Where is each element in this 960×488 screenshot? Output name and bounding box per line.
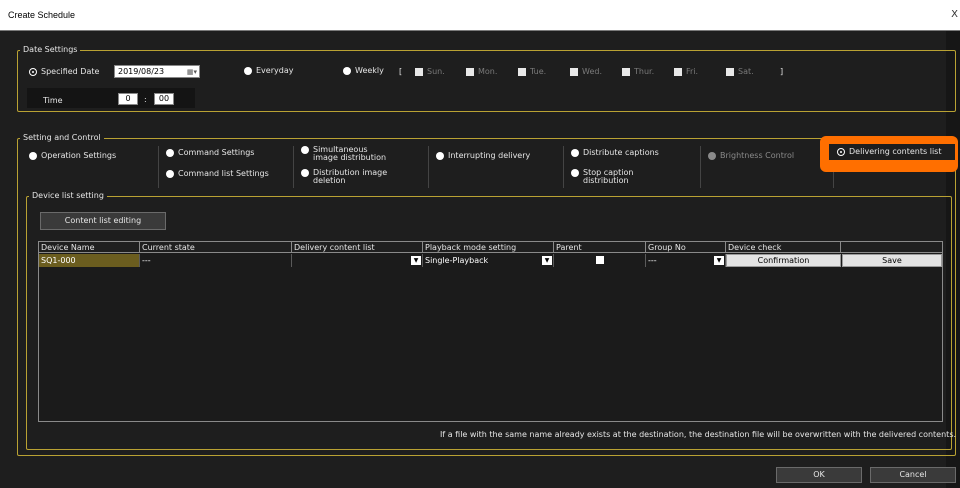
ok-button[interactable]: OK [776,467,862,483]
weekly-bracket-close: ] [780,67,784,76]
table-header: Device Name Current state Delivery conte… [39,242,942,253]
cell-current-state: --- [140,254,292,267]
column-header-group-no: Group No [646,242,726,253]
time-separator: : [144,95,147,104]
overwrite-note: If a file with the same name already exi… [440,430,957,439]
specified-date-label: Specified Date [41,67,100,76]
day-checkbox-sun[interactable]: Sun. [415,67,445,76]
day-checkbox-sat[interactable]: Sat. [726,67,754,76]
radio-icon [571,169,579,177]
radio-brightness-control: Brightness Control [708,152,794,160]
checkbox-icon [570,67,578,76]
cell-parent[interactable] [554,254,646,267]
radio-specified-date[interactable]: Specified Date [29,68,99,76]
radio-icon [343,67,351,75]
date-value: 2019/08/23 [118,67,165,76]
radio-distribution-deletion[interactable]: Distribution image deletion [301,169,387,185]
day-checkbox-wed[interactable]: Wed. [570,67,602,76]
divider [428,146,429,188]
content-list-editing-button[interactable]: Content list editing [40,212,166,230]
divider [158,146,159,188]
radio-weekly[interactable]: Weekly [343,67,384,75]
confirmation-button[interactable]: Confirmation [726,254,841,267]
checkbox-icon [622,67,630,76]
radio-icon [301,169,309,177]
device-list-legend: Device list setting [29,191,107,200]
cell-group-no[interactable]: --- ▼ [646,254,726,267]
radio-selected-icon [837,148,845,156]
radio-delivering-contents-list[interactable]: Delivering contents list [837,148,941,156]
checkbox-icon [518,67,526,76]
day-checkbox-fri[interactable]: Fri. [674,67,698,76]
radio-icon [708,152,716,160]
checkbox-icon [726,67,734,76]
radio-selected-icon [29,68,37,76]
radio-icon [436,152,444,160]
radio-stop-caption[interactable]: Stop caption distribution [571,169,633,185]
column-header-parent: Parent [554,242,646,253]
radio-icon [29,152,37,160]
column-header-device-check: Device check [726,242,841,253]
column-header-current-state: Current state [140,242,292,253]
setting-control-legend: Setting and Control [20,133,104,142]
cell-delivery-content-list[interactable]: ▼ [292,254,423,267]
divider [700,146,701,188]
time-hour-input[interactable]: 0 [118,93,138,105]
cell-playback-mode[interactable]: Single-Playback ▼ [423,254,554,267]
column-header-playback-mode: Playback mode setting [423,242,554,253]
radio-icon [301,146,309,154]
date-input[interactable]: 2019/08/23 ▦▾ [114,65,200,78]
checkbox-icon [674,67,682,76]
divider [293,146,294,188]
divider [563,146,564,188]
close-icon[interactable]: X [951,9,958,20]
cell-device-name[interactable]: SQ1-000 [39,254,140,267]
dropdown-arrow-icon[interactable]: ▼ [542,256,552,265]
time-label: Time [43,96,63,105]
save-button[interactable]: Save [842,254,942,267]
checkbox-icon [415,67,423,76]
radio-operation-settings[interactable]: Operation Settings [29,152,116,160]
day-checkbox-mon[interactable]: Mon. [466,67,497,76]
date-settings-legend: Date Settings [20,45,81,54]
day-checkbox-thur[interactable]: Thur. [622,67,654,76]
title-bar: Create Schedule X [0,0,960,31]
checkbox-icon [466,67,474,76]
table-row[interactable]: SQ1-000 --- ▼ Single-Playback ▼ --- ▼ Co… [39,254,942,267]
day-checkbox-tue[interactable]: Tue. [518,67,546,76]
device-table: Device Name Current state Delivery conte… [38,241,943,422]
column-header-delivery-content-list: Delivery content list [292,242,423,253]
radio-command-settings[interactable]: Command Settings [166,149,254,157]
radio-icon [571,149,579,157]
time-minute-input[interactable]: 00 [154,93,174,105]
calendar-dropdown-icon[interactable]: ▦▾ [181,67,197,76]
weekly-bracket-open: [ [399,67,403,76]
everyday-label: Everyday [256,66,294,75]
cancel-button[interactable]: Cancel [870,467,956,483]
radio-simultaneous-distribution[interactable]: Simultaneous image distribution [301,146,386,162]
radio-everyday[interactable]: Everyday [244,67,293,75]
radio-command-list-settings[interactable]: Command list Settings [166,170,269,178]
dropdown-arrow-icon[interactable]: ▼ [714,256,724,265]
column-header-device-name: Device Name [39,242,140,253]
weekly-label: Weekly [355,66,384,75]
radio-icon [166,149,174,157]
parent-checkbox[interactable] [596,256,604,264]
window-title: Create Schedule [8,10,76,20]
dropdown-arrow-icon[interactable]: ▼ [411,256,421,265]
radio-icon [166,170,174,178]
radio-icon [244,67,252,75]
radio-interrupting-delivery[interactable]: Interrupting delivery [436,152,530,160]
radio-distribute-captions[interactable]: Distribute captions [571,149,659,157]
